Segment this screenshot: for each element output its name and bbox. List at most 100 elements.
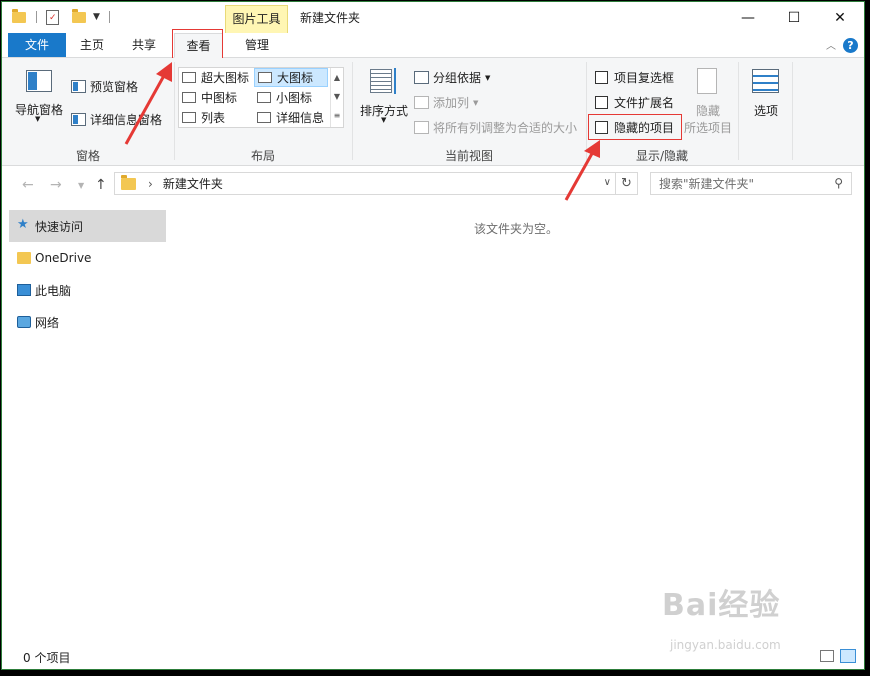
layout-large-icons[interactable]: 大图标: [254, 68, 328, 87]
forward-arrow-icon[interactable]: →: [50, 177, 62, 193]
maximize-button[interactable]: ☐: [771, 2, 817, 33]
options-label: 选项: [753, 104, 778, 118]
hidden-items-checkbox[interactable]: [595, 121, 608, 134]
help-icon[interactable]: ?: [843, 38, 858, 53]
preview-pane-label: 预览窗格: [90, 80, 139, 94]
layout-extra-large-icons[interactable]: 超大图标: [179, 68, 254, 87]
layout-item-label: 超大图标: [201, 71, 250, 85]
nav-item-label: 此电脑: [35, 283, 72, 298]
layout-details[interactable]: 详细信息: [254, 108, 329, 127]
folder-icon[interactable]: [12, 8, 26, 23]
breadcrumb-current[interactable]: 新建文件夹: [163, 175, 223, 192]
hidden-items-label: 隐藏的项目: [614, 121, 675, 135]
chevron-down-icon: ▼: [473, 98, 479, 107]
properties-icon[interactable]: ✓: [46, 9, 59, 25]
ribbon: 导航窗格 ▼ 预览窗格 详细信息窗格 窗格 超大图标 大图标 中图标 小图标 列…: [2, 58, 864, 166]
size-all-columns-button[interactable]: 将所有列调整为合适的大小: [414, 119, 577, 136]
hide-icon: [697, 68, 717, 94]
navigation-pane: ★ 快速访问 OneDrive 此电脑 网络: [9, 210, 166, 338]
search-input[interactable]: 搜索"新建文件夹" ⚲: [650, 172, 852, 195]
nav-item-network[interactable]: 网络: [9, 306, 166, 338]
details-pane-button[interactable]: 详细信息窗格: [71, 111, 162, 128]
collapse-ribbon-icon[interactable]: ︿: [826, 37, 836, 52]
file-name-extensions-option[interactable]: 文件扩展名: [595, 94, 674, 111]
hide-selected-items-button[interactable]: 隐藏 所选项目: [681, 66, 735, 136]
nav-item-this-pc[interactable]: 此电脑: [9, 274, 166, 306]
file-name-extensions-label: 文件扩展名: [614, 96, 675, 110]
status-bar: 0 个项目: [2, 645, 864, 669]
layout-gallery-scroll[interactable]: ▲ ▼ ≡: [330, 68, 343, 127]
tab-view[interactable]: 查看: [174, 33, 223, 58]
size-columns-icon: [414, 121, 429, 134]
list-icon: [182, 112, 196, 123]
item-checkboxes-checkbox[interactable]: [595, 71, 608, 84]
layout-item-label: 列表: [201, 111, 226, 125]
chevron-down-icon: ▼: [35, 115, 41, 123]
group-label-layout: 布局: [250, 149, 275, 163]
item-checkboxes-option[interactable]: 项目复选框: [595, 69, 674, 86]
nav-pane-button[interactable]: 导航窗格 ▼: [10, 66, 68, 126]
large-icons-icon: [258, 72, 272, 83]
close-button[interactable]: ✕: [817, 2, 863, 33]
group-label-panes: 窗格: [75, 149, 100, 163]
title-bar: ✓ ▼ 图片工具 新建文件夹 — ☐ ✕: [2, 2, 864, 33]
add-columns-button[interactable]: 添加列 ▼: [414, 94, 478, 111]
new-folder-icon[interactable]: [72, 8, 86, 23]
item-checkboxes-label: 项目复选框: [614, 71, 675, 85]
refresh-button[interactable]: ↻: [616, 172, 638, 195]
tab-file[interactable]: 文件: [8, 33, 66, 57]
details-pane-label: 详细信息窗格: [90, 113, 163, 127]
search-icon[interactable]: ⚲: [834, 176, 843, 190]
chevron-down-icon: ▼: [485, 73, 491, 82]
recent-locations-icon[interactable]: ▼: [78, 181, 84, 190]
sort-by-button[interactable]: 排序方式 ▼: [356, 66, 412, 126]
up-arrow-icon[interactable]: ↑: [95, 177, 107, 193]
file-name-extensions-checkbox[interactable]: [595, 96, 608, 109]
layout-list[interactable]: 列表: [179, 108, 254, 127]
options-icon: [752, 69, 779, 93]
nav-item-onedrive[interactable]: OneDrive: [9, 242, 166, 274]
address-bar[interactable]: › 新建文件夹 ∨: [114, 172, 616, 195]
nav-item-label: OneDrive: [35, 251, 92, 265]
small-icons-icon: [257, 92, 271, 103]
sort-icon: [370, 69, 392, 93]
nav-item-quick-access[interactable]: ★ 快速访问: [9, 210, 166, 242]
medium-icons-icon: [182, 92, 196, 103]
chevron-down-icon: ▼: [381, 116, 387, 124]
hide-label-line1: 隐藏: [695, 104, 720, 118]
breadcrumb-chevron-icon[interactable]: ›: [148, 177, 153, 191]
address-dropdown-icon[interactable]: ∨: [604, 177, 611, 188]
size-all-columns-label: 将所有列调整为合适的大小: [433, 121, 578, 135]
layout-medium-icons[interactable]: 中图标: [179, 88, 254, 107]
hide-label-line2: 所选项目: [683, 121, 732, 135]
group-by-button[interactable]: 分组依据 ▼: [414, 69, 490, 86]
minimize-button[interactable]: —: [725, 2, 771, 33]
explorer-window: ✓ ▼ 图片工具 新建文件夹 — ☐ ✕ 文件 主页 共享 查看 管理 ︿ ? …: [1, 1, 865, 670]
empty-folder-message: 该文件夹为空。: [474, 222, 559, 236]
layout-item-label: 大图标: [277, 71, 314, 85]
group-label-current-view: 当前视图: [444, 149, 493, 163]
details-pane-icon: [71, 113, 86, 126]
customize-toolbar-icon[interactable]: ▼: [93, 8, 100, 26]
star-icon: ★: [17, 217, 29, 232]
tab-share[interactable]: 共享: [122, 33, 166, 57]
group-by-icon: [414, 71, 429, 84]
search-placeholder: 搜索"新建文件夹": [659, 177, 755, 191]
layout-gallery: 超大图标 大图标 中图标 小图标 列表 详细信息 ▲ ▼ ≡: [178, 67, 344, 128]
back-arrow-icon[interactable]: ←: [22, 177, 34, 193]
ribbon-tabs: 文件 主页 共享 查看 管理 ︿ ?: [2, 33, 864, 58]
details-view-icon[interactable]: [820, 650, 834, 662]
extra-large-icons-icon: [182, 72, 196, 83]
preview-pane-button[interactable]: 预览窗格: [71, 78, 138, 95]
baidu-watermark-logo: Bai经验: [662, 588, 781, 623]
tab-manage[interactable]: 管理: [228, 33, 286, 57]
options-button[interactable]: 选项: [744, 66, 788, 126]
layout-item-label: 小图标: [276, 91, 313, 105]
hidden-items-option[interactable]: 隐藏的项目: [595, 119, 674, 136]
tab-home[interactable]: 主页: [70, 33, 114, 57]
add-columns-label: 添加列: [433, 96, 470, 110]
large-icons-view-icon[interactable]: [840, 649, 856, 663]
layout-small-icons[interactable]: 小图标: [254, 88, 328, 107]
add-columns-icon: [414, 96, 429, 109]
details-icon: [257, 112, 271, 123]
